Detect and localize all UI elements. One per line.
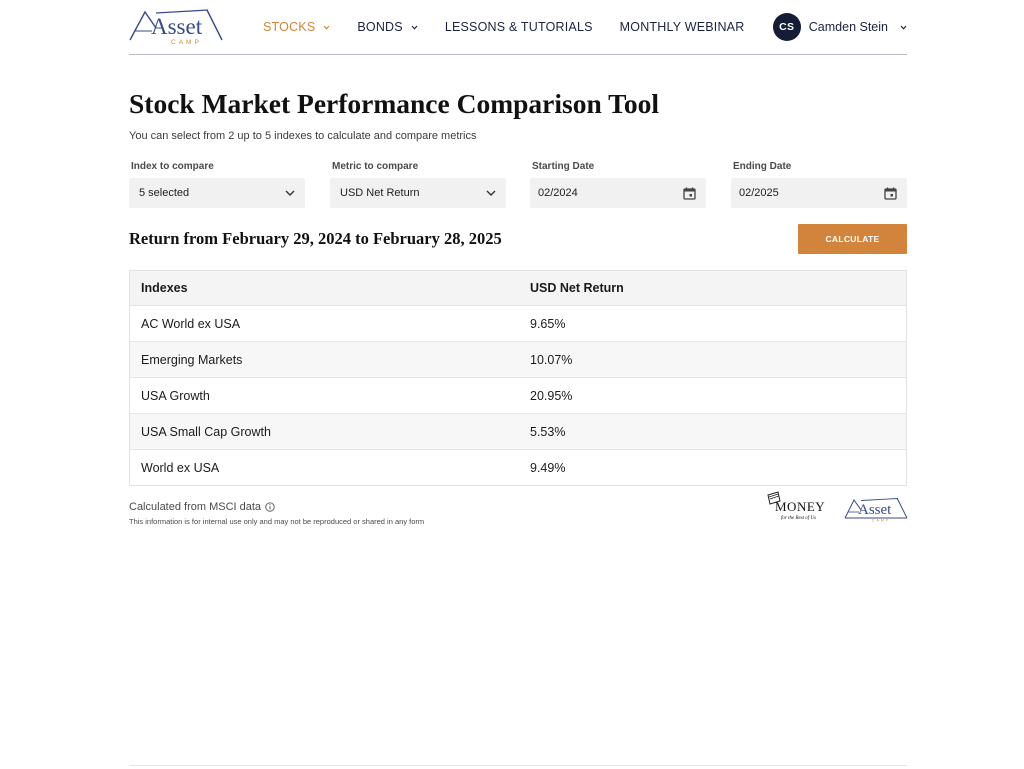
start-date-label: Starting Date xyxy=(532,161,595,172)
start-date-value: 02/2024 xyxy=(538,187,578,199)
svg-text:Asset: Asset xyxy=(151,14,203,39)
index-select-value: 5 selected xyxy=(139,187,190,199)
chevron-down-icon xyxy=(285,190,295,196)
nav-lessons[interactable]: LESSONS & TUTORIALS xyxy=(445,20,593,34)
main-nav: STOCKS BONDS LESSONS & TUTORIALS MONTHLY… xyxy=(263,0,771,54)
table-header-row: Indexes USD Net Return xyxy=(130,271,906,305)
chevron-down-icon xyxy=(411,25,418,30)
index-return: 9.49% xyxy=(530,460,566,475)
metric-filter: Metric to compare USD Net Return xyxy=(330,161,506,208)
index-return: 20.95% xyxy=(530,388,573,403)
user-name: Camden Stein xyxy=(808,20,888,34)
end-date-filter: Ending Date 02/2025 xyxy=(731,161,907,208)
calendar-icon[interactable] xyxy=(683,187,696,200)
nav-webinar[interactable]: MONTHLY WEBINAR xyxy=(620,20,745,34)
page-title: Stock Market Performance Comparison Tool xyxy=(129,88,660,119)
index-return: 9.65% xyxy=(530,316,566,331)
end-date-label: Ending Date xyxy=(733,161,792,172)
nav-webinar-label: MONTHLY WEBINAR xyxy=(619,20,745,34)
nav-bonds-label: BONDS xyxy=(357,20,403,34)
disclaimer: This information is for internal use onl… xyxy=(129,517,425,526)
metric-select-value: USD Net Return xyxy=(340,187,420,199)
index-return: 10.07% xyxy=(530,352,573,367)
nav-stocks-label: STOCKS xyxy=(263,20,316,34)
info-icon[interactable] xyxy=(265,502,275,512)
table-row: USA Growth 20.95% xyxy=(130,377,906,413)
bottom-divider xyxy=(129,765,907,766)
index-select[interactable]: 5 selected xyxy=(129,178,305,208)
end-date-input[interactable]: 02/2025 xyxy=(731,178,907,208)
asset-camp-logo: Asset CAMP xyxy=(844,497,908,523)
calendar-icon[interactable] xyxy=(884,187,897,200)
nav-stocks[interactable]: STOCKS xyxy=(263,20,330,34)
index-name: USA Growth xyxy=(141,388,210,403)
svg-text:MONEY: MONEY xyxy=(775,499,825,514)
table-row: AC World ex USA 9.65% xyxy=(130,305,906,341)
index-name: AC World ex USA xyxy=(141,316,241,331)
table-row: USA Small Cap Growth 5.53% xyxy=(130,413,906,449)
page-subtitle: You can select from 2 up to 5 indexes to… xyxy=(129,130,477,142)
calculate-button[interactable]: CALCULATE xyxy=(798,224,907,254)
index-filter: Index to compare 5 selected xyxy=(129,161,305,208)
metric-select[interactable]: USD Net Return xyxy=(330,178,506,208)
index-name: World ex USA xyxy=(141,460,220,475)
svg-text:for the Rest of Us: for the Rest of Us xyxy=(781,516,816,521)
chevron-down-icon xyxy=(323,25,330,30)
results-table: Indexes USD Net Return AC World ex USA 9… xyxy=(129,270,907,486)
column-header-indexes: Indexes xyxy=(141,281,188,295)
user-menu[interactable]: CS Camden Stein xyxy=(772,13,907,41)
data-source: Calculated from MSCI data xyxy=(129,501,275,513)
index-return: 5.53% xyxy=(530,424,566,439)
table-row: Emerging Markets 10.07% xyxy=(130,341,906,377)
data-source-text: Calculated from MSCI data xyxy=(129,501,262,513)
chevron-down-icon xyxy=(486,190,496,196)
asset-camp-logo[interactable]: Asset CAMP xyxy=(129,6,223,46)
index-name: Emerging Markets xyxy=(141,352,243,367)
svg-text:CAMP: CAMP xyxy=(872,519,890,523)
metric-filter-label: Metric to compare xyxy=(332,161,419,172)
table-row: World ex USA 9.49% xyxy=(130,449,906,485)
start-date-input[interactable]: 02/2024 xyxy=(530,178,706,208)
svg-text:CAMP: CAMP xyxy=(171,39,202,46)
svg-text:Asset: Asset xyxy=(858,502,892,518)
index-name: USA Small Cap Growth xyxy=(141,424,271,439)
chevron-down-icon xyxy=(900,25,907,30)
results-title: Return from February 29, 2024 to Februar… xyxy=(129,229,502,248)
avatar: CS xyxy=(772,13,801,41)
index-filter-label: Index to compare xyxy=(131,161,214,172)
top-header: Asset CAMP STOCKS BONDS LESSONS & TUTORI… xyxy=(129,0,907,55)
nav-lessons-label: LESSONS & TUTORIALS xyxy=(444,20,593,34)
end-date-value: 02/2025 xyxy=(739,187,779,199)
money-logo: MONEY for the Rest of Us xyxy=(767,491,825,521)
column-header-metric: USD Net Return xyxy=(530,281,624,295)
nav-bonds[interactable]: BONDS xyxy=(357,20,418,34)
start-date-filter: Starting Date 02/2024 xyxy=(530,161,706,208)
